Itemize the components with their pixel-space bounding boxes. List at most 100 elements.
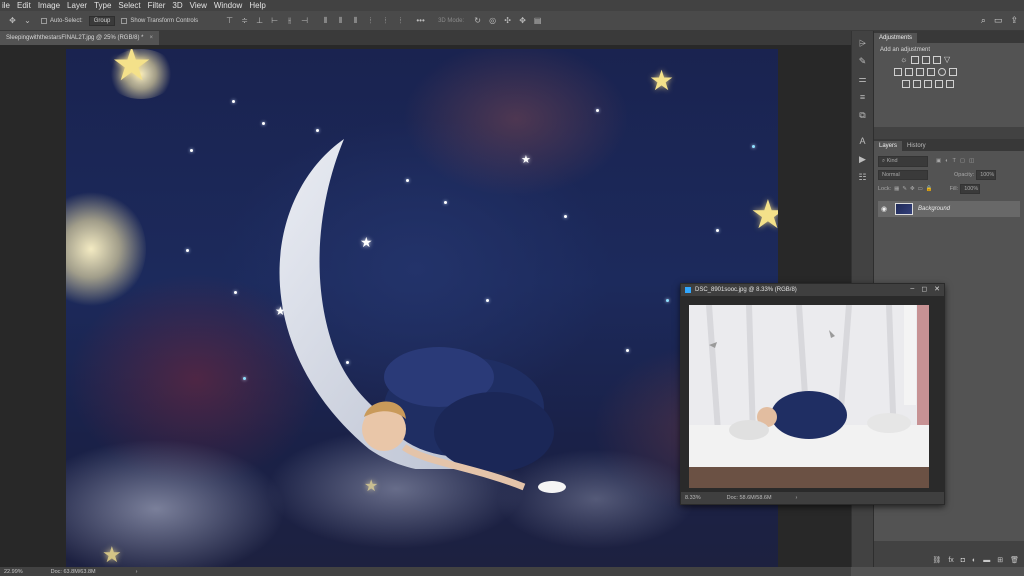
auto-select-checkbox[interactable]: Auto-Select: — [41, 17, 83, 24]
color-lookup-icon[interactable] — [949, 68, 957, 76]
star-dot — [626, 349, 629, 352]
menu-help[interactable]: Help — [249, 1, 265, 10]
orbit-3d-icon[interactable]: ↻ — [473, 16, 482, 25]
hue-saturation-icon[interactable] — [894, 68, 902, 76]
distribute-right-icon[interactable]: ⦙ — [396, 16, 405, 25]
properties-icon[interactable]: ☷ — [856, 171, 870, 183]
search-icon[interactable]: ⌕ — [981, 15, 986, 26]
slide-3d-icon[interactable]: ✥ — [518, 16, 527, 25]
adjustment-row — [902, 80, 1018, 88]
status-arrow[interactable]: › — [136, 569, 138, 575]
drag-3d-icon[interactable]: ✣ — [503, 16, 512, 25]
distribute-top-icon[interactable]: ⫴ — [321, 16, 330, 25]
distribute-middle-icon[interactable]: ⦀ — [336, 16, 345, 25]
link-icon[interactable]: ⛓ — [932, 556, 941, 564]
tab-adjustments[interactable]: Adjustments — [874, 33, 918, 43]
color-balance-icon[interactable] — [905, 68, 913, 76]
play-icon[interactable]: ▶ — [856, 153, 870, 165]
adjustments-tabs: Adjustments — [874, 31, 1024, 43]
auto-select-dropdown[interactable]: Group — [88, 15, 116, 26]
distribute-bottom-icon[interactable]: ⫴ — [351, 16, 360, 25]
levels-icon[interactable] — [911, 56, 919, 64]
chevron-down-icon[interactable]: ⌄ — [23, 16, 32, 25]
menu-window[interactable]: Window — [214, 1, 242, 10]
history-brush-icon[interactable]: ⩥ — [856, 37, 870, 49]
lock-icons[interactable]: ▦✎✥▭🔒 — [894, 186, 935, 192]
gradient-map-icon[interactable] — [935, 80, 943, 88]
posterize-icon[interactable] — [913, 80, 921, 88]
menu-filter[interactable]: Filter — [148, 1, 166, 10]
curves-icon[interactable] — [922, 56, 930, 64]
menu-image[interactable]: Image — [38, 1, 60, 10]
brightness-icon[interactable]: ☼ — [900, 56, 908, 64]
fx-icon[interactable]: fx — [948, 557, 953, 564]
layer-row-background[interactable]: ◉ Background — [878, 201, 1020, 217]
menu-select[interactable]: Select — [118, 1, 140, 10]
transform-controls-checkbox[interactable]: Show Transform Controls — [121, 17, 199, 24]
scale-3d-icon[interactable]: ▤ — [533, 16, 542, 25]
invert-icon[interactable] — [902, 80, 910, 88]
transform-controls-label: Show Transform Controls — [130, 17, 199, 24]
distribute-center-icon[interactable]: ⦙ — [381, 16, 390, 25]
floating-zoom[interactable]: 8.33% — [685, 495, 701, 501]
lock-fill-row: Lock: ▦✎✥▭🔒 Fill: 100% — [878, 183, 1020, 195]
adjust-icon[interactable]: ⚌ — [856, 73, 870, 85]
menu-view[interactable]: View — [190, 1, 207, 10]
menu-file[interactable]: ile — [2, 1, 10, 10]
menu-edit[interactable]: Edit — [17, 1, 31, 10]
zoom-level[interactable]: 22.99% — [4, 569, 23, 575]
tab-layers[interactable]: Layers — [874, 141, 903, 151]
new-layer-icon[interactable]: ⊞ — [997, 556, 1003, 564]
align-middle-icon[interactable]: ≑ — [240, 16, 249, 25]
maximize-icon[interactable]: ◻ — [921, 285, 927, 293]
selective-color-icon[interactable] — [946, 80, 954, 88]
move-tool-icon[interactable]: ✥ — [8, 16, 17, 25]
adjustment-layer-icon[interactable]: ◐ — [972, 557, 976, 564]
black-white-icon[interactable] — [916, 68, 924, 76]
workspace-icon[interactable]: ▭ — [994, 15, 1003, 26]
star-dot — [190, 149, 193, 152]
mask-icon[interactable]: ◘ — [961, 557, 965, 564]
vibrance-icon[interactable]: ▽ — [944, 56, 952, 64]
close-icon[interactable]: ✕ — [934, 285, 940, 293]
channel-mixer-icon[interactable] — [938, 68, 946, 76]
roll-3d-icon[interactable]: ◎ — [488, 16, 497, 25]
threshold-icon[interactable] — [924, 80, 932, 88]
trash-icon[interactable]: 🗑 — [1010, 556, 1019, 564]
floating-status-arrow[interactable]: › — [796, 495, 798, 501]
close-icon[interactable]: × — [149, 35, 153, 41]
more-options-icon[interactable]: ••• — [416, 16, 425, 25]
blend-mode-dropdown[interactable]: Normal — [878, 170, 928, 180]
align-bottom-icon[interactable]: ⊥ — [255, 16, 264, 25]
floating-window-titlebar[interactable]: DSC_8901sooc.jpg @ 8.33% (RGB/8) — [681, 284, 944, 296]
opacity-field[interactable]: 100% — [976, 170, 997, 180]
menu-type[interactable]: Type — [94, 1, 111, 10]
menu-bar: ile Edit Image Layer Type Select Filter … — [0, 0, 1024, 11]
align-top-icon[interactable]: ⊤ — [225, 16, 234, 25]
eye-icon[interactable]: ◉ — [878, 205, 890, 213]
align-buttons: ⊤ ≑ ⊥ ⊢ ⫲ ⊣ — [222, 16, 312, 25]
brush-icon[interactable]: ✎ — [856, 55, 870, 67]
menu-layer[interactable]: Layer — [67, 1, 87, 10]
stamp-icon[interactable]: ⧉ — [856, 109, 870, 121]
actions-icon[interactable]: ≡ — [856, 91, 870, 103]
distribute-left-icon[interactable]: ⦙ — [366, 16, 375, 25]
kind-filter-dropdown[interactable]: ⌕ Kind — [878, 155, 928, 167]
align-right-icon[interactable]: ⊣ — [300, 16, 309, 25]
exposure-icon[interactable] — [933, 56, 941, 64]
photo-filter-icon[interactable] — [927, 68, 935, 76]
menu-3d[interactable]: 3D — [172, 1, 182, 10]
share-icon[interactable]: ⇪ — [1010, 15, 1018, 26]
fill-field[interactable]: 100% — [960, 184, 981, 194]
artwork-canvas[interactable]: ★ ★ ★ ★ ★ ★ ★ ★ — [66, 49, 778, 567]
floating-window-canvas[interactable] — [681, 296, 944, 493]
floating-document-window[interactable]: DSC_8901sooc.jpg @ 8.33% (RGB/8) – ◻ ✕ 8… — [680, 283, 945, 505]
align-left-icon[interactable]: ⊢ — [270, 16, 279, 25]
character-icon[interactable]: A — [856, 135, 870, 147]
tab-history[interactable]: History — [902, 141, 931, 151]
filter-icons[interactable]: ▣◐T▢◫ — [936, 158, 978, 164]
folder-icon[interactable]: ▬ — [983, 557, 990, 564]
align-center-icon[interactable]: ⫲ — [285, 16, 294, 25]
document-tab[interactable]: SleepingwiththestarsFINAL2T.jpg @ 25% (R… — [0, 31, 159, 45]
minimize-icon[interactable]: – — [910, 285, 914, 293]
